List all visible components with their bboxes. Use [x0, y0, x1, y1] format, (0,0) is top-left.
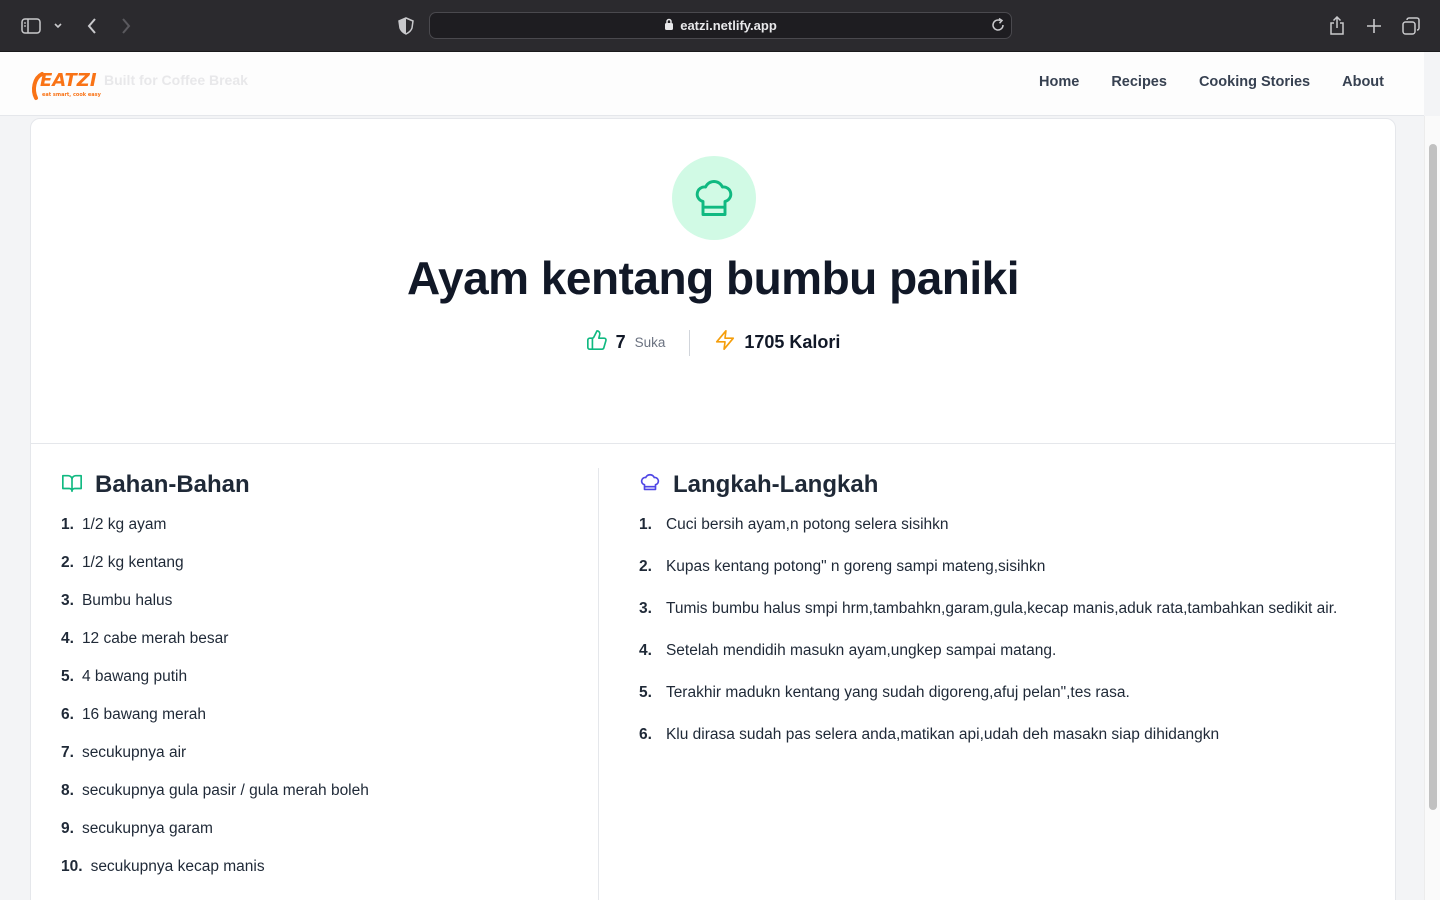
privacy-shield-icon[interactable]	[394, 14, 418, 38]
svg-text:EATZI: EATZI	[40, 70, 97, 91]
list-item: 1. Cuci bersih ayam,n potong selera sisih…	[639, 512, 1355, 538]
recipe-header: Ayam kentang bumbu paniki 7 Suka 1705 Ka…	[31, 119, 1395, 444]
list-item-text: Klu dirasa sudah pas selera anda,matikan…	[665, 726, 1220, 743]
list-item: 5. 4 bawang putih	[61, 664, 581, 702]
list-item-number: 6.	[61, 706, 74, 723]
list-item: 4. Setelah mendidih masukn ayam,ungkep sa…	[639, 638, 1355, 664]
steps-heading: Langkah-Langkah	[673, 471, 879, 498]
ingredients-heading: Bahan-Bahan	[95, 471, 250, 498]
logo-ghost-text: Built for Coffee Break	[104, 72, 248, 88]
list-item-number: 2.	[61, 554, 74, 571]
share-icon[interactable]	[1325, 14, 1349, 38]
thumbs-up-icon[interactable]	[586, 329, 608, 356]
forward-icon[interactable]	[114, 14, 138, 38]
list-item-number: 9.	[61, 820, 74, 837]
calories-stat: 1705 Kalori	[714, 329, 840, 356]
list-item-text: secukupnya air	[81, 744, 187, 761]
list-item-text: Setelah mendidih masukn ayam,ungkep samp…	[665, 642, 1057, 659]
recipe-title: Ayam kentang bumbu paniki	[406, 252, 1020, 304]
back-icon[interactable]	[80, 14, 104, 38]
nav-cooking-stories[interactable]: Cooking Stories	[1199, 74, 1310, 90]
ingredients-header: Bahan-Bahan	[61, 468, 581, 502]
lock-icon	[664, 18, 674, 33]
list-item: 7. secukupnya air	[61, 740, 581, 778]
likes-label: Suka	[634, 335, 666, 350]
list-item-text: secukupnya gula pasir / gula merah boleh	[81, 782, 369, 799]
list-item-number: 3.	[639, 600, 652, 617]
recipe-stats: 7 Suka 1705 Kalori	[31, 329, 1395, 356]
list-item: 4. 12 cabe merah besar	[61, 626, 581, 664]
nav-home[interactable]: Home	[1039, 74, 1079, 90]
list-item-text: 4 bawang putih	[81, 668, 188, 685]
list-item-text: 16 bawang merah	[81, 706, 207, 723]
tab-overview-icon[interactable]	[1399, 14, 1423, 38]
list-item-number: 10.	[61, 858, 83, 875]
address-bar[interactable]: eatzi.netlify.app	[429, 12, 1012, 39]
list-item: 1. 1/2 kg ayam	[61, 512, 581, 550]
list-item: 10. secukupnya kecap manis	[61, 854, 581, 892]
chef-hat-badge	[672, 156, 756, 240]
ingredients-list: 1. 1/2 kg ayam 2. 1/2 kg kentang 3. Bumbu hal…	[61, 512, 581, 892]
steps-list: 1. Cuci bersih ayam,n potong selera sisih…	[639, 512, 1355, 748]
new-tab-icon[interactable]	[1362, 14, 1386, 38]
list-item-number: 5.	[639, 684, 652, 701]
ingredients-section: Bahan-Bahan 1. 1/2 kg ayam 2. 1/2 kg kentan…	[61, 468, 581, 892]
list-item: 2. 1/2 kg kentang	[61, 550, 581, 588]
list-item: 3. Bumbu halus	[61, 588, 581, 626]
list-item-text: Cuci bersih ayam,n potong selera sisihkn	[665, 516, 949, 533]
recipe-card: Ayam kentang bumbu paniki 7 Suka 1705 Ka…	[30, 118, 1396, 900]
url-text: eatzi.netlify.app	[680, 18, 777, 33]
list-item-text: Bumbu halus	[81, 592, 173, 609]
browser-toolbar: eatzi.netlify.app	[0, 0, 1440, 52]
list-item-number: 4.	[639, 642, 652, 659]
list-item-text: 12 cabe merah besar	[81, 630, 229, 647]
steps-section: Langkah-Langkah 1. Cuci bersih ayam,n pot…	[639, 468, 1355, 764]
main-nav: Home Recipes Cooking Stories About	[1039, 74, 1384, 90]
svg-text:eat smart, cook easy: eat smart, cook easy	[42, 92, 102, 98]
list-item-number: 3.	[61, 592, 74, 609]
stats-divider	[689, 329, 691, 356]
list-item: 6. Klu dirasa sudah pas selera anda,matik…	[639, 722, 1355, 748]
nav-about[interactable]: About	[1342, 74, 1384, 90]
list-item-number: 6.	[639, 726, 652, 743]
column-divider	[598, 468, 599, 900]
list-item-text: 1/2 kg kentang	[81, 554, 184, 571]
list-item-text: Kupas kentang potong" n goreng sampi mat…	[665, 558, 1046, 575]
list-item: 5. Terakhir madukn kentang yang sudah dig…	[639, 680, 1355, 706]
steps-header: Langkah-Langkah	[639, 468, 1355, 502]
list-item-text: Terakhir madukn kentang yang sudah digor…	[665, 684, 1130, 701]
likes-count: 7	[615, 332, 626, 352]
nav-recipes[interactable]: Recipes	[1111, 74, 1167, 90]
list-item-number: 8.	[61, 782, 74, 799]
list-item-text: secukupnya garam	[81, 820, 213, 837]
sidebar-toggle-icon[interactable]	[19, 14, 43, 38]
list-item: 3. Tumis bumbu halus smpi hrm,tambahkn,ga…	[639, 596, 1355, 622]
list-item-text: 1/2 kg ayam	[81, 516, 167, 533]
list-item: 6. 16 bawang merah	[61, 702, 581, 740]
list-item-number: 7.	[61, 744, 74, 761]
list-item-number: 5.	[61, 668, 74, 685]
recipe-body: Bahan-Bahan 1. 1/2 kg ayam 2. 1/2 kg kentan…	[31, 444, 1395, 900]
list-item-text: Tumis bumbu halus smpi hrm,tambahkn,gara…	[665, 600, 1338, 617]
chef-hat-small-icon	[639, 472, 661, 499]
list-item-number: 1.	[61, 516, 74, 533]
list-item: 8. secukupnya gula pasir / gula merah bol…	[61, 778, 581, 816]
list-item: 2. Kupas kentang potong" n goreng sampi m…	[639, 554, 1355, 580]
eatzi-logo[interactable]: EATZI eat smart, cook easy	[30, 64, 102, 104]
chevron-down-icon[interactable]	[48, 14, 68, 38]
list-item: 9. secukupnya garam	[61, 816, 581, 854]
likes-stat[interactable]: 7 Suka	[586, 329, 666, 356]
chef-hat-icon	[695, 180, 733, 216]
lightning-icon	[714, 329, 736, 356]
calories-value: 1705 Kalori	[744, 332, 841, 352]
reload-icon[interactable]	[990, 17, 1006, 36]
list-item-number: 4.	[61, 630, 74, 647]
list-item-number: 2.	[639, 558, 652, 575]
scrollbar-thumb[interactable]	[1429, 144, 1437, 810]
page-scrollbar[interactable]	[1424, 116, 1440, 900]
site-navbar: EATZI eat smart, cook easy Built for Cof…	[0, 52, 1424, 116]
book-open-icon	[61, 472, 83, 499]
list-item-number: 1.	[639, 516, 652, 533]
list-item-text: secukupnya kecap manis	[90, 858, 265, 875]
